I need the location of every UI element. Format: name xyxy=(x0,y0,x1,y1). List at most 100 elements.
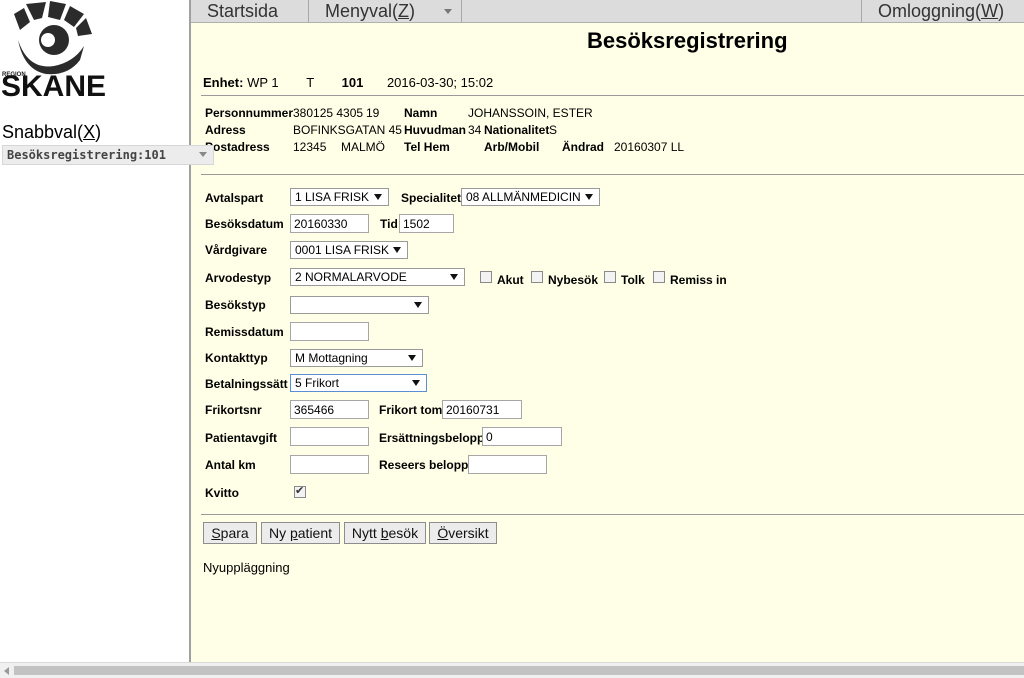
telhem-label: Tel Hem xyxy=(404,140,450,154)
snabbval-select[interactable]: Besöksregistrering:101 xyxy=(2,145,214,165)
unit-code: T xyxy=(306,75,314,90)
reseers-belopp-input[interactable] xyxy=(468,455,547,474)
nationalitet-value: S xyxy=(549,123,558,137)
frikortsnr-input[interactable]: 365466 xyxy=(290,400,369,419)
kontakttyp-label: Kontakttyp xyxy=(205,351,268,365)
andrad-label: Ändrad xyxy=(562,140,604,154)
remiss-in-checkbox[interactable] xyxy=(653,271,665,283)
besokstyp-select[interactable] xyxy=(290,296,429,314)
arvodestyp-select[interactable]: 2 NORMALARVODE xyxy=(290,268,465,286)
kvitto-label: Kvitto xyxy=(205,486,239,500)
vardgivare-value: 0001 LISA FRISK xyxy=(295,243,390,257)
startsida-button[interactable]: Startsida xyxy=(191,0,309,22)
omloggning-label-post: ) xyxy=(998,1,1005,21)
huvudman-value: 34 xyxy=(468,123,482,137)
vardgivare-select[interactable]: 0001 LISA FRISK xyxy=(290,241,408,259)
akut-checkbox[interactable] xyxy=(480,271,492,283)
specialitet-label: Specialitet xyxy=(401,191,462,205)
page-title: Besöksregistrering xyxy=(587,28,788,53)
ny-patient-button[interactable]: Ny patient xyxy=(261,522,340,544)
menyval-label-post: ) xyxy=(409,1,416,21)
personnummer-extra: 19 xyxy=(366,106,380,120)
chevron-down-icon xyxy=(444,9,452,14)
frikort-tom-input[interactable]: 20160731 xyxy=(442,400,522,419)
horizontal-scrollbar[interactable] xyxy=(0,662,1024,678)
besoksdatum-input[interactable]: 20160330 xyxy=(290,214,369,233)
tid-input[interactable]: 1502 xyxy=(399,214,454,233)
chevron-down-icon xyxy=(414,302,422,308)
chevron-down-icon xyxy=(450,274,458,280)
antal-km-label: Antal km xyxy=(205,458,256,472)
unit-info-line: Enhet: WP 1 T 101 2016-03-30; 15:02 xyxy=(203,75,493,90)
avtalspart-value: 1 LISA FRISK xyxy=(295,190,370,204)
oversikt-label-rest: versikt xyxy=(448,525,489,541)
avtalspart-select[interactable]: 1 LISA FRISK xyxy=(290,188,389,206)
snabbval-label: Snabbval(X) xyxy=(2,122,101,143)
oversikt-shortcut-key: Ö xyxy=(437,525,449,541)
patientavgift-label: Patientavgift xyxy=(205,431,278,445)
adress-label: Adress xyxy=(205,123,246,137)
nytt-besok-shortcut-key: b xyxy=(380,525,389,541)
scrollbar-thumb[interactable] xyxy=(14,666,1024,675)
nytt-besok-button[interactable]: Nytt besök xyxy=(344,522,426,544)
frikort-tom-label: Frikort tom xyxy=(379,403,443,417)
kvitto-checkbox[interactable] xyxy=(294,484,306,498)
omloggning-shortcut-key: W xyxy=(981,1,999,21)
remissdatum-input[interactable] xyxy=(290,322,369,341)
betalningssatt-select[interactable]: 5 Frikort xyxy=(290,374,427,392)
unit-value: WP 1 xyxy=(247,75,279,90)
snabbval-selected-value: Besöksregistrering:101 xyxy=(7,148,166,162)
arbmobil-label: Arb/Mobil xyxy=(484,140,540,154)
nytt-besok-label-pre: Nytt xyxy=(351,525,381,541)
akut-label: Akut xyxy=(497,273,524,287)
snabbval-label-post: ) xyxy=(95,122,102,142)
specialitet-value: 08 ALLMÄNMEDICIN xyxy=(466,190,581,204)
snabbval-label-pre: Snabbval( xyxy=(2,122,84,142)
ny-patient-label-pre: Ny xyxy=(268,525,290,541)
chevron-down-icon xyxy=(408,355,416,361)
nytt-besok-label-rest: esök xyxy=(388,525,419,541)
status-text: Nyuppläggning xyxy=(203,560,290,575)
besokstyp-label: Besökstyp xyxy=(205,298,266,312)
scroll-left-icon[interactable] xyxy=(4,667,9,675)
vardgivare-label: Vårdgivare xyxy=(205,243,268,257)
tolk-label: Tolk xyxy=(621,273,645,287)
kontakttyp-value: M Mottagning xyxy=(295,351,368,365)
omloggning-button[interactable]: Omloggning(W) xyxy=(861,0,1024,22)
separator-line xyxy=(201,174,1024,175)
frikortsnr-label: Frikortsnr xyxy=(205,403,262,417)
spara-label-rest: para xyxy=(220,525,249,541)
kontakttyp-select[interactable]: M Mottagning xyxy=(290,349,423,367)
nybesok-checkbox[interactable] xyxy=(531,271,543,283)
ny-patient-shortcut-key: p xyxy=(289,525,298,541)
tolk-checkbox[interactable] xyxy=(604,271,616,283)
menyval-shortcut-key: Z xyxy=(398,1,410,21)
patientavgift-input[interactable] xyxy=(290,427,369,446)
chevron-down-icon xyxy=(199,152,207,157)
huvudman-label: Huvudman xyxy=(404,123,467,137)
nationalitet-label: Nationalitet xyxy=(484,123,550,137)
menyval-button[interactable]: Menyval(Z) xyxy=(309,0,462,22)
omloggning-label-pre: Omloggning( xyxy=(878,1,982,21)
logo-skane-text: SKANE xyxy=(2,70,106,98)
chevron-down-icon xyxy=(393,247,401,253)
andrad-value: 20160307 LL xyxy=(614,140,685,154)
unit-label: Enhet: xyxy=(203,75,244,90)
ny-patient-label-rest: atient xyxy=(297,525,333,541)
spara-button[interactable]: Spara xyxy=(203,522,257,544)
arvodestyp-value: 2 NORMALARVODE xyxy=(295,270,407,284)
besoksdatum-label: Besöksdatum xyxy=(205,217,284,231)
oversikt-button[interactable]: Översikt xyxy=(429,522,497,544)
adress-value: BOFINKSGATAN 45 xyxy=(293,123,402,137)
specialitet-select[interactable]: 08 ALLMÄNMEDICIN xyxy=(461,188,600,206)
antal-km-input[interactable] xyxy=(290,455,369,474)
main-content: Besöksregistrering Enhet: WP 1 T 101 201… xyxy=(191,23,1024,662)
betalningssatt-value: 5 Frikort xyxy=(295,376,340,390)
sidebar: REGION SKANE Snabbval(X) Besöksregistrer… xyxy=(0,0,214,662)
tid-label: Tid xyxy=(380,217,398,231)
separator-line xyxy=(201,95,1024,96)
nybesok-label: Nybesök xyxy=(548,273,599,287)
namn-label: Namn xyxy=(404,106,438,120)
avtalspart-label: Avtalspart xyxy=(205,191,264,205)
ersattningsbelopp-input[interactable]: 0 xyxy=(482,427,562,446)
